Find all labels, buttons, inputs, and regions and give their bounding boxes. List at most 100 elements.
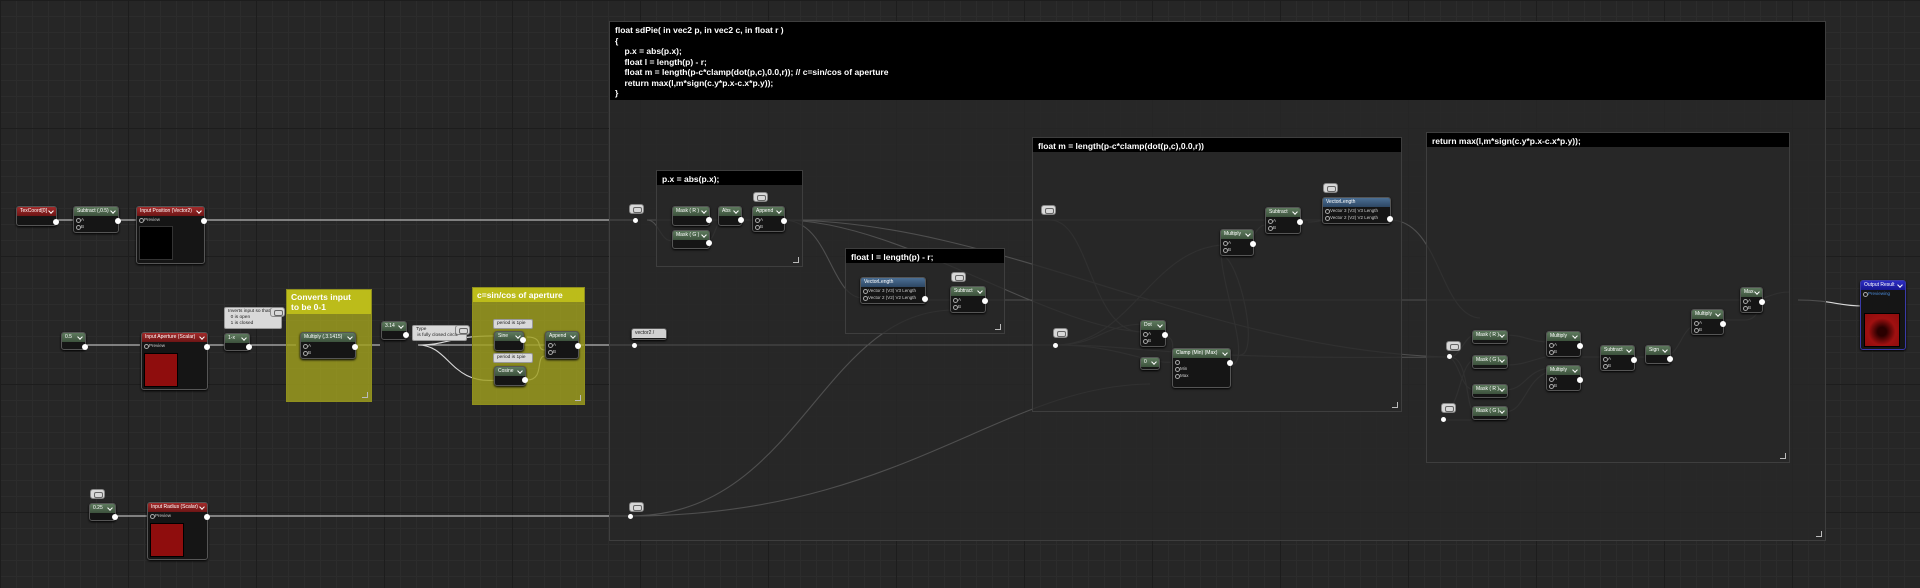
- output-pin[interactable]: [201, 218, 207, 224]
- output-pin[interactable]: [520, 337, 526, 343]
- output-pin[interactable]: [522, 377, 528, 383]
- constant-node-c[interactable]: 0.25: [89, 503, 118, 521]
- comment-bubble-icon[interactable]: [1053, 328, 1068, 338]
- output-pin[interactable]: [922, 296, 928, 302]
- mask-g-node-2[interactable]: Mask ( G ): [1472, 355, 1508, 369]
- pin-a[interactable]: A: [546, 341, 578, 348]
- vector2-node[interactable]: vector2 /: [631, 328, 667, 340]
- pin-b[interactable]: B: [1692, 326, 1723, 333]
- cosine-node[interactable]: Cosine: [494, 366, 528, 386]
- multiply-node-3[interactable]: Multiply A B: [1546, 365, 1583, 391]
- pin-a[interactable]: A: [1547, 375, 1580, 382]
- input-position-node[interactable]: Input Position (Vector2) Preview: [136, 206, 207, 264]
- preview-pin[interactable]: Preview: [148, 512, 207, 519]
- output-pin[interactable]: [1297, 219, 1303, 225]
- output-pin[interactable]: [1667, 356, 1673, 362]
- clamp-input-pin[interactable]: [1173, 358, 1230, 365]
- pin-b[interactable]: B: [753, 223, 784, 230]
- pin-a[interactable]: A: [1221, 239, 1253, 246]
- output-pin[interactable]: [1162, 332, 1168, 338]
- preview-pin[interactable]: Preview: [137, 216, 204, 223]
- vector-length-node[interactable]: VectorLength Vector 3 (V3) V3 Length Vec…: [860, 277, 928, 304]
- pin-b[interactable]: B: [1601, 362, 1634, 369]
- output-pin[interactable]: [1759, 299, 1765, 305]
- output-pin[interactable]: [575, 343, 581, 349]
- multiply-node-1[interactable]: Multiply A B: [1220, 229, 1256, 256]
- comment-bubble-icon[interactable]: [90, 489, 105, 499]
- period-note-1[interactable]: period is 1pie: [493, 319, 533, 329]
- vl2-v3-pin[interactable]: Vector 3 (V3) V3 Length: [1323, 207, 1390, 214]
- comment-bubble-icon[interactable]: [455, 325, 470, 335]
- comment-bubble-icon[interactable]: [1441, 403, 1456, 413]
- multiply-node-2[interactable]: Multiply A B: [1546, 331, 1583, 357]
- output-pin[interactable]: [1387, 216, 1393, 222]
- preview-pin[interactable]: Preview: [142, 342, 207, 349]
- comment-bubble-icon[interactable]: [753, 192, 768, 202]
- pin-b[interactable]: B: [1266, 224, 1300, 231]
- comment-bubble-icon[interactable]: [629, 204, 644, 214]
- resize-grip-icon[interactable]: [1780, 453, 1786, 459]
- append-node-2[interactable]: Append A B: [752, 206, 787, 232]
- output-pin[interactable]: [1577, 343, 1583, 349]
- comment-bubble-icon[interactable]: [951, 272, 966, 282]
- sine-node[interactable]: Sine: [494, 331, 526, 351]
- pin-b[interactable]: B: [1141, 337, 1165, 344]
- output-pin[interactable]: [53, 219, 59, 225]
- one-minus-node[interactable]: 1-x: [224, 333, 252, 351]
- period-note-2[interactable]: period is 1pie: [493, 353, 533, 363]
- input-radius-node[interactable]: Input Radius (Scalar) Preview: [147, 502, 210, 560]
- output-pin[interactable]: [1227, 360, 1233, 366]
- pin-a[interactable]: A: [301, 342, 355, 349]
- subtract-node-1[interactable]: Subtract A B: [950, 286, 988, 313]
- output-pin[interactable]: [204, 514, 210, 520]
- pin-b[interactable]: B: [1221, 246, 1253, 253]
- output-pin[interactable]: [706, 240, 712, 246]
- mask-r-node-2[interactable]: Mask ( R ): [1472, 330, 1508, 344]
- pin-b[interactable]: B: [951, 303, 985, 310]
- output-pin[interactable]: [1631, 357, 1637, 363]
- reroute-node[interactable]: [1447, 354, 1452, 359]
- subtract-node-2[interactable]: Subtract A B: [1265, 207, 1303, 234]
- output-result-node[interactable]: Output Result Previewing: [1860, 280, 1906, 350]
- comment-bubble-icon[interactable]: [1041, 205, 1056, 215]
- reroute-node[interactable]: [1053, 343, 1058, 348]
- output-pin[interactable]: [1250, 241, 1256, 247]
- vl-v3-pin[interactable]: Vector 3 (V3) V3 Length: [861, 287, 925, 294]
- output-pin[interactable]: [738, 217, 744, 223]
- resize-grip-icon[interactable]: [362, 392, 368, 398]
- comment-bubble-icon[interactable]: [1323, 183, 1338, 193]
- constant-node-d[interactable]: 0: [1140, 357, 1160, 370]
- output-pin[interactable]: [112, 514, 118, 520]
- dot-node[interactable]: Dot A B: [1140, 320, 1168, 347]
- output-pin[interactable]: [706, 217, 712, 223]
- mask-r-node[interactable]: Mask ( R ): [672, 206, 712, 226]
- subtract-node-3[interactable]: Subtract A B: [1600, 345, 1637, 371]
- mask-g-node-3[interactable]: Mask ( G ): [1472, 406, 1508, 420]
- output-pin[interactable]: [1577, 377, 1583, 383]
- mask-g-node[interactable]: Mask ( G ): [672, 230, 712, 249]
- clamp-node[interactable]: Clamp (Min) (Max) Min Max: [1172, 348, 1233, 388]
- reroute-node[interactable]: [632, 343, 637, 348]
- pin-a[interactable]: A: [1266, 217, 1300, 224]
- pin-b[interactable]: B: [1547, 348, 1580, 355]
- vl-v2-pin[interactable]: Vector 2 (V2) V2 Length: [861, 294, 925, 301]
- resize-grip-icon[interactable]: [1816, 531, 1822, 537]
- pin-b[interactable]: B: [546, 348, 578, 355]
- sign-node[interactable]: Sign: [1645, 345, 1673, 364]
- resize-grip-icon[interactable]: [1392, 402, 1398, 408]
- pin-a[interactable]: A: [74, 216, 118, 223]
- comment-bubble-icon[interactable]: [629, 502, 644, 512]
- pin-min[interactable]: Min: [1173, 365, 1230, 372]
- vector-length-node-2[interactable]: VectorLength Vector 3 (V3) V3 Length Vec…: [1322, 197, 1393, 224]
- constant-node-b[interactable]: 3.14: [381, 321, 409, 340]
- multiply-node-4[interactable]: Multiply A B: [1691, 309, 1726, 335]
- input-aperture-node[interactable]: Input Aperture (Scalar) Preview: [141, 332, 210, 390]
- pin-b[interactable]: B: [74, 223, 118, 230]
- pin-max[interactable]: Max: [1173, 372, 1230, 379]
- pin-a[interactable]: A: [1547, 341, 1580, 348]
- reroute-node[interactable]: [628, 514, 633, 519]
- output-pin[interactable]: [115, 218, 121, 224]
- output-pin[interactable]: [1720, 321, 1726, 327]
- constant-node-a[interactable]: 0.5: [61, 332, 88, 350]
- pin-a[interactable]: A: [1601, 355, 1634, 362]
